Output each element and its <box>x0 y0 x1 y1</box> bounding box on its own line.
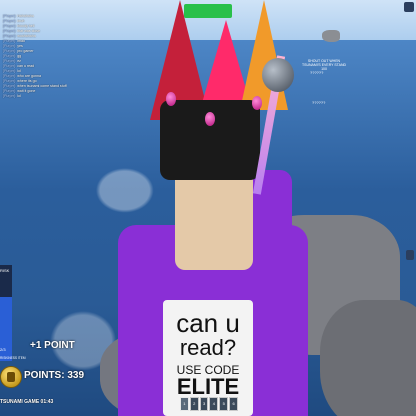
chat-text: bruh <box>17 19 25 23</box>
crown-gem <box>166 92 176 106</box>
chat-text: where its go <box>17 79 37 83</box>
chat-author: [Player]: <box>3 79 17 83</box>
billboard-text: SHOUT OUT WHEN TSUNAMI'S EVERY STAND 100 <box>301 59 347 71</box>
side-menu-icon[interactable] <box>406 250 414 260</box>
hotbar: 123456 <box>180 397 238 413</box>
hotbar-slot[interactable]: 2 <box>189 397 199 411</box>
risk-label: RISK <box>0 268 10 273</box>
billboard-text: ?????? <box>310 70 324 75</box>
coin-icon <box>0 366 22 388</box>
chat-text: lmao <box>17 39 25 43</box>
chat-text: wait it gone <box>17 89 36 93</box>
chat-text: Hahahaha <box>17 14 34 18</box>
chat-author: [Player]: <box>3 29 17 33</box>
hotbar-slot[interactable]: 6 <box>229 397 238 411</box>
hotbar-slot[interactable]: 4 <box>209 397 219 411</box>
chat-author: [Player]: <box>3 84 17 88</box>
risk-caption: RISKINESS ITEM <box>0 356 26 360</box>
chat-text: pro gamer <box>17 49 34 53</box>
chat-text: can u read <box>17 64 35 68</box>
chat-text: yes <box>17 44 23 48</box>
shirt-text-line: ELITE <box>176 374 240 399</box>
crown-gem <box>205 112 215 126</box>
rock <box>322 30 340 42</box>
chat-text: bloody hell <box>17 24 35 28</box>
chat-author: [Player]: <box>3 64 17 68</box>
crown-spike <box>240 0 288 110</box>
menu-button[interactable] <box>404 2 414 12</box>
hotbar-slot[interactable]: 1 <box>180 397 189 411</box>
chat-text: woahahaha <box>17 34 36 38</box>
survival-timer: TSUNAMI GAME 01:43 <box>0 399 54 405</box>
chat-author: [Player]: <box>3 39 17 43</box>
chat-message: [Player]: lol <box>3 94 73 99</box>
shirt-text-line: can u <box>176 308 240 338</box>
points-bonus-popup: +1 POINT <box>30 340 75 351</box>
shirt-text-line: read? <box>179 335 237 360</box>
chat-text: lol <box>17 94 21 98</box>
crown-gem <box>252 96 262 110</box>
chat-text: who are gonna <box>17 74 41 78</box>
chat-author: [Player]: <box>3 24 17 28</box>
health-bar <box>184 4 232 18</box>
staff-orb <box>262 58 294 92</box>
chat-author: [Player]: <box>3 44 17 48</box>
rock <box>320 300 416 416</box>
chat-text: gg <box>17 54 22 58</box>
chat-author: [Player]: <box>3 49 17 53</box>
hotbar-slot[interactable]: 5 <box>219 397 229 411</box>
points-display: POINTS: 339 <box>0 366 120 392</box>
hotbar-slot[interactable]: 3 <box>199 397 209 411</box>
chat-author: [Player]: <box>3 34 17 38</box>
chat-log[interactable]: [Player]: Hahahaha [Player]: bruh [Player]… <box>3 14 73 99</box>
chat-author: [Player]: <box>3 89 17 93</box>
chat-text: when tsunami come stand stuff <box>17 84 67 88</box>
chat-author: [Player]: <box>3 74 17 78</box>
risk-value: 2/3 <box>0 347 6 352</box>
chat-text: lol <box>17 69 21 73</box>
chat-author: [Player]: <box>3 59 17 63</box>
chat-author: [Player]: <box>3 19 17 23</box>
chat-author: [Player]: <box>3 94 17 98</box>
character-head <box>175 170 253 270</box>
chat-text: that was close <box>17 29 40 33</box>
billboard-text: ?????? <box>312 100 326 105</box>
chat-author: [Player]: <box>3 69 17 73</box>
points-counter: POINTS: 339 <box>24 370 85 381</box>
chat-text: ez <box>17 59 21 63</box>
chat-author: [Player]: <box>3 14 17 18</box>
chat-author: [Player]: <box>3 54 17 58</box>
